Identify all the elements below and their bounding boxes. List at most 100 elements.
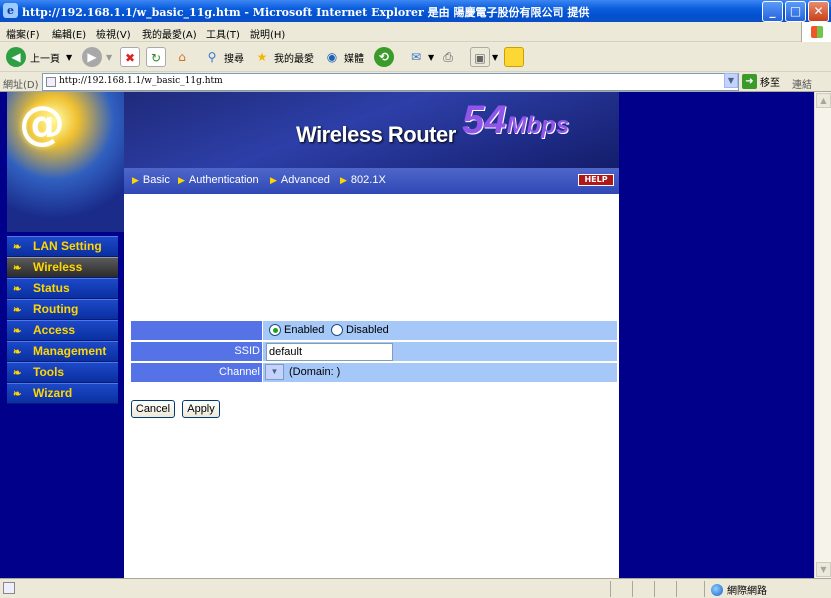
page-done-icon — [3, 582, 15, 594]
zone-label: 網際網路 — [727, 586, 767, 597]
nav-item-lan-setting[interactable]: ❧ LAN Setting — [7, 236, 118, 257]
tab-802-1x[interactable]: ▶ 802.1X — [340, 174, 386, 186]
domain-text: (Domain: ) — [289, 366, 341, 378]
menu-favorites[interactable]: 我的最愛(A) — [142, 26, 197, 41]
tab-label: 802.1X — [350, 174, 386, 186]
enabled-label: Enabled — [284, 324, 325, 336]
status-divider — [676, 581, 677, 597]
history-icon: ⟲ — [374, 47, 394, 67]
back-label: 上一頁 — [30, 53, 60, 65]
tab-basic[interactable]: ▶ Basic — [132, 174, 170, 186]
header-banner: Wireless Router 54Mbps ▶ Basic ▶ Authentic… — [124, 92, 619, 194]
enable-row-value: Enabled Disabled — [263, 321, 617, 340]
chevron-down-icon: ▼ — [66, 52, 73, 62]
home-button[interactable]: ⌂ — [172, 46, 192, 68]
nav-item-tools[interactable]: ❧ Tools — [7, 362, 118, 383]
enabled-radio[interactable]: Enabled — [269, 324, 325, 337]
page-icon — [46, 77, 56, 87]
nav-item-management[interactable]: ❧ Management — [7, 341, 118, 362]
search-button[interactable]: ⚲ 搜尋 — [202, 46, 244, 68]
channel-select[interactable]: ▼ — [265, 364, 284, 380]
product-name: Wireless Router — [296, 122, 456, 147]
nav-label: Wireless — [33, 260, 83, 274]
nav-item-status[interactable]: ❧ Status — [7, 278, 118, 299]
links-button[interactable]: 連結 — [792, 76, 812, 91]
ssid-input[interactable]: default — [266, 343, 393, 361]
go-button[interactable]: ➜ 移至 — [742, 74, 780, 89]
triangle-icon: ▶ — [178, 175, 185, 185]
nav-item-wireless[interactable]: ❧ Wireless — [7, 257, 118, 278]
history-button[interactable]: ⟲ — [374, 46, 394, 68]
tab-authentication[interactable]: ▶ Authentication — [178, 174, 259, 186]
cancel-button[interactable]: Cancel — [131, 400, 175, 418]
address-label: 網址(D) — [3, 80, 39, 91]
address-input[interactable]: http://192.168.1.1/w_basic_11g.htm — [42, 73, 739, 91]
printer-icon: ⎙ — [443, 50, 453, 64]
edit-icon: ▣ — [470, 47, 490, 67]
radio-icon — [331, 324, 343, 337]
media-button[interactable]: ◉ 媒體 — [322, 46, 364, 68]
menu-help[interactable]: 說明(H) — [250, 26, 285, 41]
ssid-label: SSID — [131, 342, 262, 361]
nav-item-access[interactable]: ❧ Access — [7, 320, 118, 341]
nav-label: Status — [33, 281, 70, 295]
refresh-button[interactable]: ↻ — [146, 46, 166, 68]
close-button[interactable]: ✕ — [808, 1, 829, 22]
menu-edit[interactable]: 編輯(E) — [52, 26, 86, 41]
menu-file[interactable]: 檔案(F) — [6, 26, 40, 41]
radio-icon — [269, 324, 281, 337]
scroll-up-icon[interactable]: ▲ — [816, 93, 831, 108]
forward-arrow-icon: ▶ — [82, 47, 102, 67]
chevron-down-icon: ▼ — [492, 52, 499, 62]
ie-icon: e — [3, 3, 18, 18]
leaf-icon: ❧ — [13, 326, 22, 337]
leaf-icon: ❧ — [13, 305, 22, 316]
nav-item-routing[interactable]: ❧ Routing — [7, 299, 118, 320]
security-zone: 網際網路 — [711, 582, 767, 597]
edit-button[interactable]: ▣ ▼ — [470, 46, 498, 68]
search-icon: ⚲ — [207, 50, 217, 64]
messenger-button[interactable] — [504, 46, 524, 68]
apply-button[interactable]: Apply — [182, 400, 220, 418]
menu-bar: 檔案(F) 編輯(E) 檢視(V) 我的最愛(A) 工具(T) 說明(H) — [0, 22, 831, 42]
nav-item-wizard[interactable]: ❧ Wizard — [7, 383, 118, 404]
vertical-scrollbar[interactable]: ▲ ▼ — [814, 92, 831, 578]
help-button[interactable]: HELP — [578, 174, 614, 186]
disabled-radio[interactable]: Disabled — [331, 324, 389, 337]
mail-button[interactable]: ✉ ▼ — [406, 46, 434, 68]
nav-label: LAN Setting — [33, 239, 102, 253]
enable-row: Enabled Disabled — [131, 321, 617, 340]
maximize-button[interactable]: □ — [785, 1, 806, 22]
back-arrow-icon: ◀ — [6, 47, 26, 67]
print-button[interactable]: ⎙ — [438, 46, 458, 68]
globe-icon — [711, 583, 723, 596]
channel-row: Channel ▼ (Domain: ) — [131, 363, 617, 382]
leaf-icon: ❧ — [13, 242, 22, 253]
nav-label: Management — [33, 344, 107, 358]
status-bar: 網際網路 — [0, 578, 831, 598]
speed-badge: 54Mbps — [462, 98, 569, 143]
sidebar-logo: @ — [7, 92, 124, 232]
breadcrumb: ▶ Basic ▶ Authentication ▶ Advanced ▶ 802.1X… — [124, 168, 619, 194]
nav-label: Routing — [33, 302, 79, 316]
ssid-row-value: default — [263, 342, 617, 361]
nav-list: ❧ LAN Setting ❧ Wireless ❧ Status ❧ Routing … — [7, 236, 118, 404]
forward-button[interactable]: ▶ ▼ — [82, 46, 112, 68]
menu-tools[interactable]: 工具(T) — [206, 26, 240, 41]
tab-advanced[interactable]: ▶ Advanced — [270, 174, 330, 186]
address-bar: 網址(D) http://192.168.1.1/w_basic_11g.htm… — [0, 72, 831, 92]
chevron-down-icon: ▼ — [106, 52, 113, 62]
nav-label: Wizard — [33, 386, 73, 400]
menu-view[interactable]: 檢視(V) — [96, 26, 131, 41]
mail-icon: ✉ — [410, 50, 422, 64]
leaf-icon: ❧ — [13, 347, 22, 358]
favorites-button[interactable]: ★ 我的最愛 — [252, 46, 314, 68]
scroll-down-icon[interactable]: ▼ — [816, 562, 831, 577]
address-dropdown-icon[interactable]: ▼ — [724, 73, 738, 88]
back-button[interactable]: ◀ 上一頁 ▼ — [6, 46, 72, 68]
triangle-icon: ▶ — [132, 175, 139, 185]
minimize-button[interactable]: _ — [762, 1, 783, 22]
stop-button[interactable]: ✖ — [120, 46, 140, 68]
favorites-label: 我的最愛 — [274, 53, 314, 65]
note-icon — [504, 47, 524, 67]
